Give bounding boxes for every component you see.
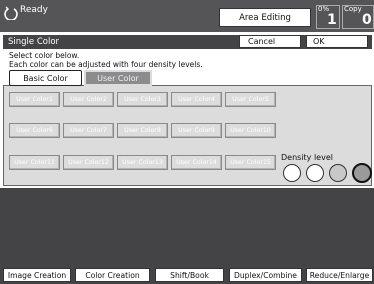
- status-text: Ready: [20, 5, 48, 15]
- area-editing-button[interactable]: Area Editing: [219, 8, 311, 27]
- tab-shift-book[interactable]: Shift/Book: [155, 268, 224, 282]
- user-color-9-button[interactable]: User Color9: [171, 123, 222, 138]
- copy-count: 0: [362, 12, 372, 28]
- user-color-5-button[interactable]: User Color5: [225, 92, 276, 107]
- tab-color-creation[interactable]: Color Creation: [75, 268, 150, 282]
- copy-label: Copy: [344, 5, 362, 13]
- percent-value: 1: [327, 12, 337, 28]
- user-color-13-button[interactable]: User Color13: [117, 155, 168, 170]
- density-level-1-button[interactable]: [283, 164, 301, 182]
- tab-image-creation[interactable]: Image Creation: [3, 268, 71, 282]
- density-level-3-button[interactable]: [329, 164, 347, 182]
- cancel-button[interactable]: Cancel: [239, 35, 301, 48]
- dialog-title: Single Color: [8, 37, 60, 47]
- ok-button[interactable]: OK: [306, 35, 368, 48]
- power-cycle-icon: [4, 6, 18, 20]
- user-color-3-button[interactable]: User Color3: [117, 92, 168, 107]
- user-color-12-button[interactable]: User Color12: [63, 155, 114, 170]
- tab-reduce-enlarge[interactable]: Reduce/Enlarge: [306, 268, 373, 282]
- user-color-2-button[interactable]: User Color2: [63, 92, 114, 107]
- density-level-label: Density level: [281, 153, 333, 162]
- density-level-2-button[interactable]: [306, 164, 324, 182]
- instruction-text: Select color below.: [9, 51, 80, 60]
- user-color-8-button[interactable]: User Color8: [117, 123, 168, 138]
- tab-basic-color[interactable]: Basic Color: [9, 70, 82, 86]
- user-color-4-button[interactable]: User Color4: [171, 92, 222, 107]
- user-color-7-button[interactable]: User Color7: [63, 123, 114, 138]
- user-color-15-button[interactable]: User Color15: [225, 155, 276, 170]
- user-color-1-button[interactable]: User Color1: [9, 92, 60, 107]
- tab-user-color[interactable]: User Color: [84, 70, 152, 86]
- user-color-11-button[interactable]: User Color11: [9, 155, 60, 170]
- instruction-text-2: Each color can be adjusted with four den…: [9, 60, 203, 69]
- user-color-10-button[interactable]: User Color10: [225, 123, 276, 138]
- user-color-14-button[interactable]: User Color14: [171, 155, 222, 170]
- density-level-4-button[interactable]: [352, 163, 372, 183]
- user-color-6-button[interactable]: User Color6: [9, 123, 60, 138]
- tab-duplex-combine[interactable]: Duplex/Combine: [229, 268, 302, 282]
